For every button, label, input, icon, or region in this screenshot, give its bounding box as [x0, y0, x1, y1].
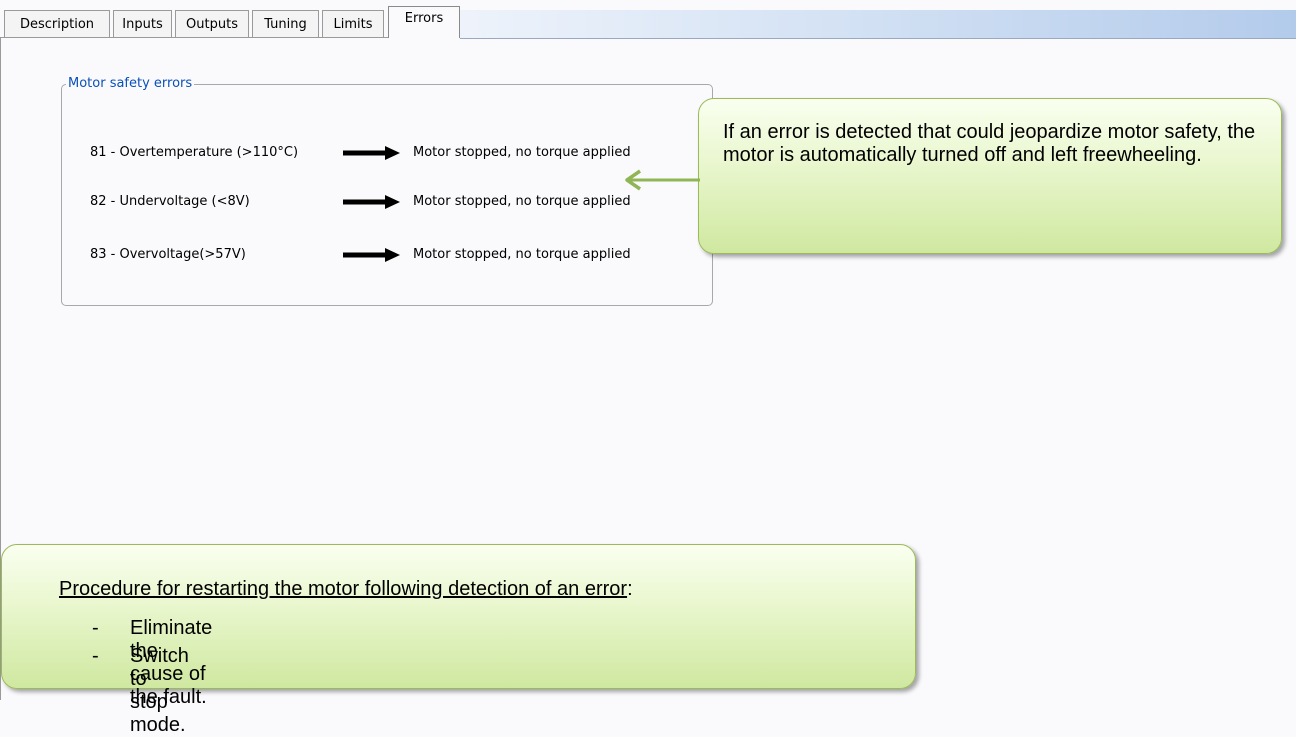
tab-strip-background [460, 10, 1296, 39]
procedure-heading: Procedure for restarting the motor follo… [59, 578, 633, 601]
tab-bar: Description Inputs Outputs Tuning Limits… [0, 0, 1296, 39]
right-arrow-icon [343, 194, 401, 214]
error-label: 83 - Overvoltage(>57V) [90, 247, 246, 262]
tab-tuning[interactable]: Tuning [252, 10, 319, 37]
procedure-heading-suffix: : [627, 578, 633, 600]
error-label: 82 - Undervoltage (<8V) [90, 194, 250, 209]
info-callout: If an error is detected that could jeopa… [698, 98, 1282, 254]
error-row-81: 81 - Overtemperature (>110°C) Motor stop… [0, 145, 700, 165]
error-result: Motor stopped, no torque applied [413, 145, 631, 160]
tab-description[interactable]: Description [4, 10, 110, 37]
tab-errors[interactable]: Errors [388, 6, 460, 38]
step-bullet: - [92, 645, 99, 667]
error-row-82: 82 - Undervoltage (<8V) Motor stopped, n… [0, 194, 700, 214]
error-result: Motor stopped, no torque applied [413, 194, 631, 209]
right-arrow-icon [343, 247, 401, 267]
step-text: Switch to stop mode. [130, 645, 189, 736]
step-bullet: - [92, 617, 99, 639]
right-arrow-icon [343, 145, 401, 165]
tab-outputs[interactable]: Outputs [175, 10, 249, 37]
error-label: 81 - Overtemperature (>110°C) [90, 145, 299, 160]
callout-text: If an error is detected that could jeopa… [723, 121, 1256, 166]
tab-inputs[interactable]: Inputs [113, 10, 172, 37]
left-arrow-icon [622, 168, 702, 196]
group-title: Motor safety errors [66, 76, 195, 91]
procedure-callout: Procedure for restarting the motor follo… [1, 544, 916, 736]
tab-limits[interactable]: Limits [322, 10, 384, 37]
error-row-83: 83 - Overvoltage(>57V) Motor stopped, no… [0, 247, 700, 267]
procedure-heading-text: Procedure for restarting the motor follo… [59, 578, 628, 600]
error-result: Motor stopped, no torque applied [413, 247, 631, 262]
